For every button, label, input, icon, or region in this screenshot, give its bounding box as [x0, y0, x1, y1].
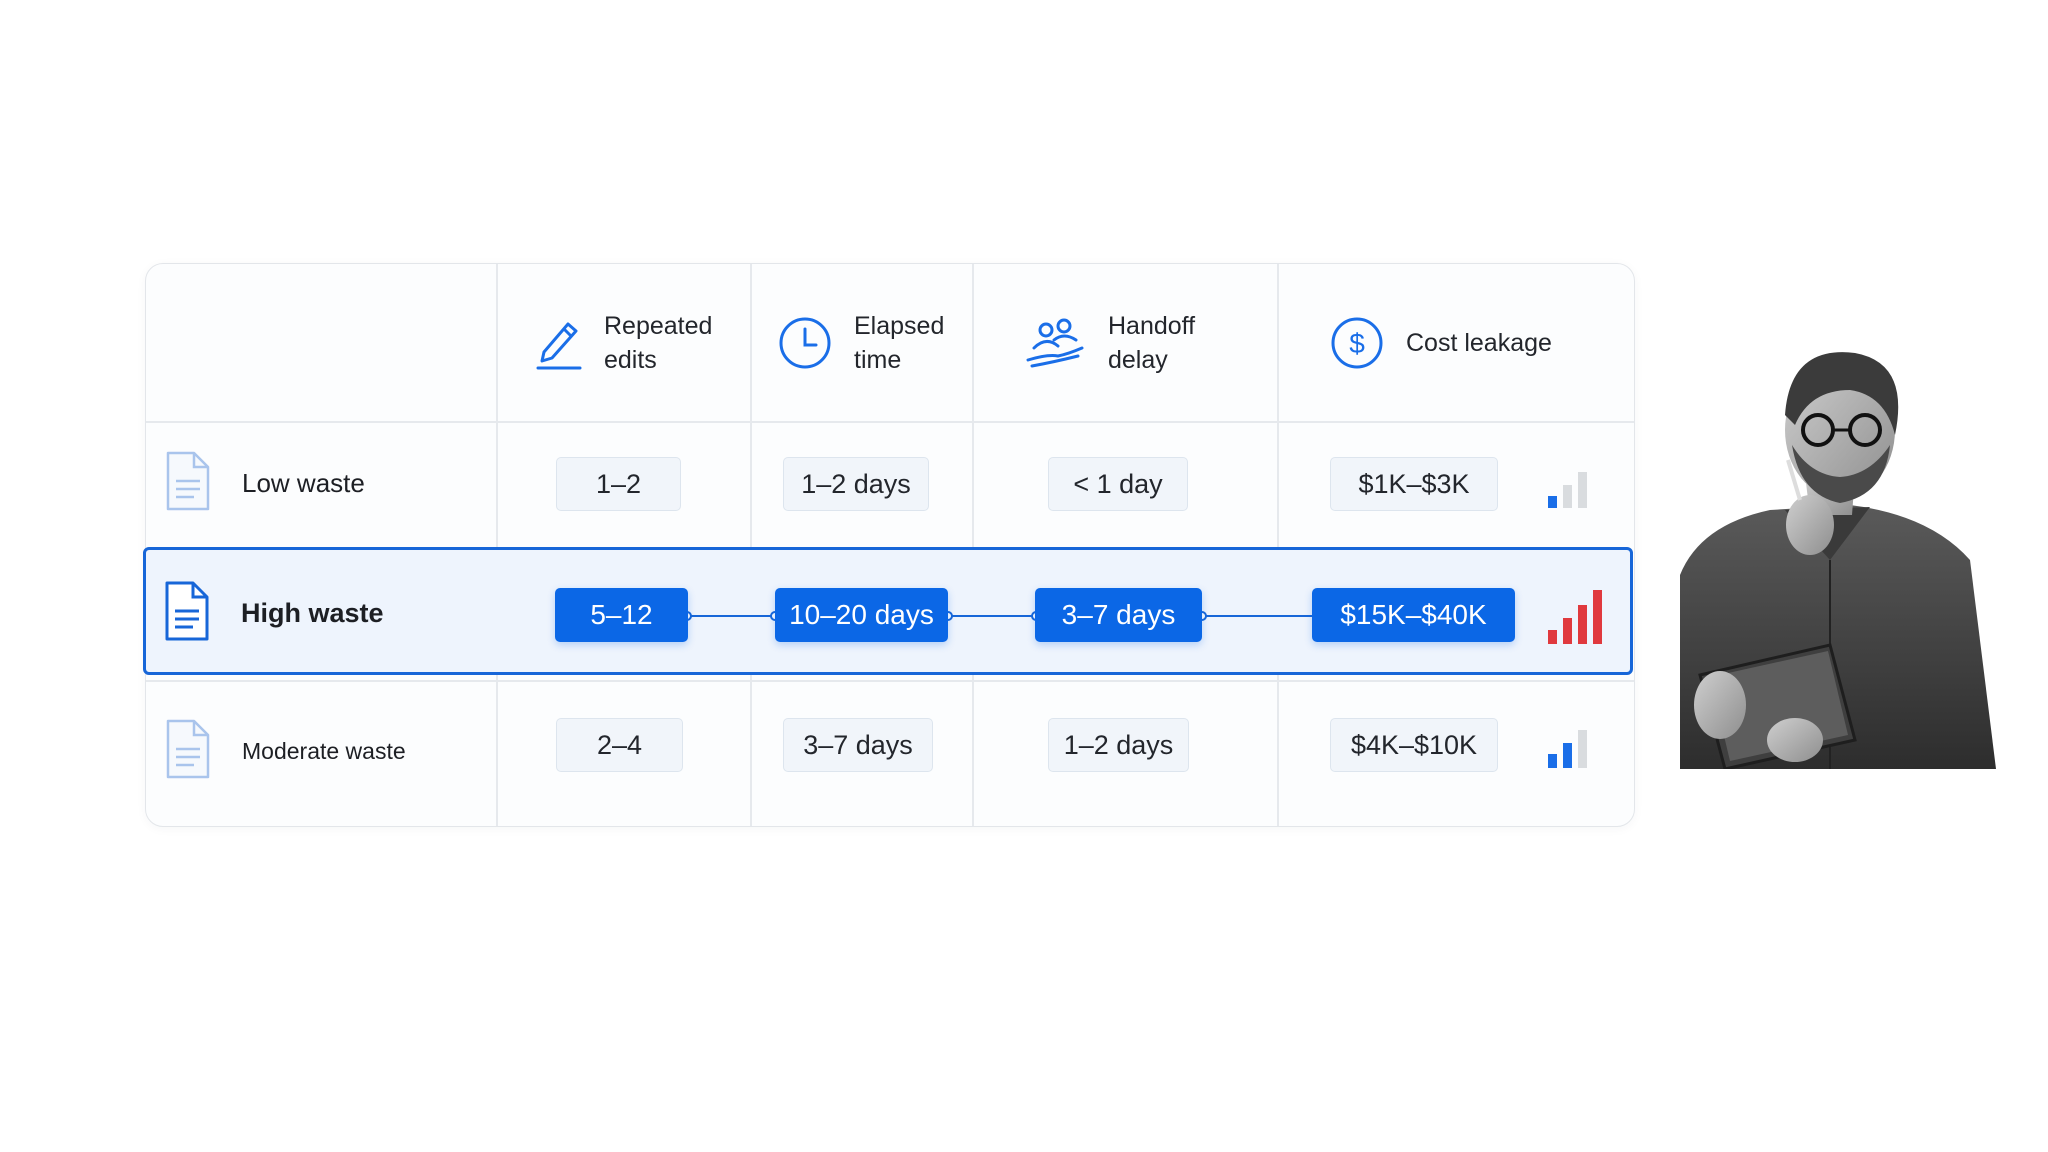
value-pill-highlighted: $15K–$40K — [1312, 588, 1515, 642]
row-divider — [146, 421, 1634, 423]
dollar-circle-icon: $ — [1330, 316, 1384, 370]
row-label: High waste — [241, 598, 384, 628]
pencil-icon — [534, 316, 582, 370]
column-divider — [496, 264, 498, 826]
row-label: Low waste — [242, 468, 365, 498]
row-label: Moderate waste — [242, 738, 406, 764]
value-pill: 3–7 days — [783, 718, 933, 772]
document-icon — [164, 449, 212, 518]
header-label: Elapsed time — [854, 311, 945, 374]
signal-bars-moderate — [1548, 728, 1592, 773]
value-pill-highlighted: 3–7 days — [1035, 588, 1202, 642]
person-thinking-image — [1680, 345, 1996, 771]
row-divider — [146, 680, 1634, 682]
header-handoff-delay: Handoff delay — [1024, 264, 1195, 421]
document-icon — [163, 579, 211, 648]
header-label: Handoff delay — [1108, 311, 1196, 374]
value-pill-highlighted: 5–12 — [555, 588, 688, 642]
signal-bars-high — [1548, 590, 1608, 649]
value-pill: 1–2 — [556, 457, 681, 511]
header-label: Repeated edits — [604, 311, 713, 374]
column-divider — [1277, 264, 1279, 826]
value-pill: 1–2 days — [783, 457, 929, 511]
header-repeated-edits: Repeated edits — [534, 264, 712, 421]
signal-bars-low — [1548, 468, 1592, 513]
clock-icon — [778, 316, 832, 370]
column-divider — [750, 264, 752, 826]
svg-text:$: $ — [1349, 328, 1365, 359]
header-label: Cost leakage — [1406, 328, 1552, 357]
value-pill: < 1 day — [1048, 457, 1188, 511]
value-pill: 1–2 days — [1048, 718, 1189, 772]
row-label-low-waste: Low waste — [164, 449, 365, 518]
row-label-moderate-waste: Moderate waste — [164, 717, 406, 786]
column-divider — [972, 264, 974, 826]
row-label-high-waste: High waste — [163, 579, 384, 648]
connector-line — [687, 615, 775, 617]
value-pill: 2–4 — [556, 718, 683, 772]
value-pill: $4K–$10K — [1330, 718, 1498, 772]
document-icon — [164, 717, 212, 786]
value-pill-highlighted: 10–20 days — [775, 588, 948, 642]
header-cost-leakage: $ Cost leakage — [1330, 264, 1552, 421]
people-handoff-icon — [1024, 316, 1086, 370]
connector-line — [948, 615, 1036, 617]
value-pill: $1K–$3K — [1330, 457, 1498, 511]
connector-line — [1202, 615, 1312, 617]
header-elapsed-time: Elapsed time — [778, 264, 944, 421]
